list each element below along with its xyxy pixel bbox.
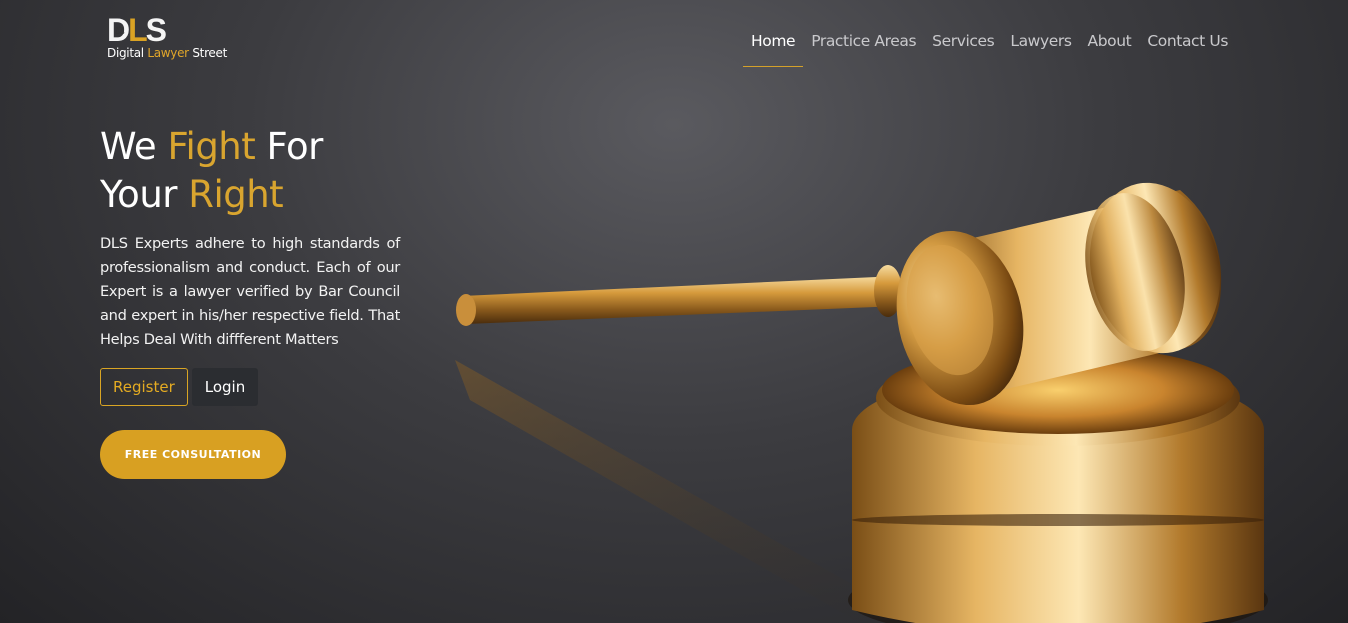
hero-title-we: We bbox=[100, 125, 168, 168]
auth-buttons: Register Login bbox=[100, 368, 259, 406]
main-nav: Home Practice Areas Services Lawyers Abo… bbox=[743, 30, 1236, 67]
brand-name-accent: Lawyer bbox=[147, 46, 189, 60]
brand-name-part1: Digital bbox=[107, 46, 148, 60]
hero-title-fight: Fight bbox=[167, 125, 256, 168]
scales-of-justice-icon: ⚖ bbox=[115, 25, 125, 37]
hero-title-your: Your bbox=[100, 173, 189, 216]
hero-title-for: For bbox=[255, 125, 324, 168]
logo[interactable]: DLS ⚖ Digital Lawyer Street bbox=[107, 14, 229, 64]
register-button[interactable]: Register bbox=[100, 368, 188, 406]
logo-brand-name: Digital Lawyer Street bbox=[107, 46, 227, 60]
hero-description: DLS Experts adhere to high standards of … bbox=[100, 235, 400, 348]
nav-item-contact-us[interactable]: Contact Us bbox=[1139, 30, 1236, 67]
free-consultation-button[interactable]: FREE CONSULTATION bbox=[100, 430, 286, 479]
login-button[interactable]: Login bbox=[191, 368, 259, 406]
logo-mark: DLS ⚖ bbox=[107, 14, 227, 46]
nav-item-lawyers[interactable]: Lawyers bbox=[1002, 30, 1079, 67]
logo-letter-s: S bbox=[145, 12, 167, 48]
nav-item-practice-areas[interactable]: Practice Areas bbox=[803, 30, 924, 67]
nav-item-services[interactable]: Services bbox=[924, 30, 1002, 67]
hero-title-right: Right bbox=[188, 173, 284, 216]
logo-letter-l: L bbox=[128, 12, 147, 48]
nav-item-about[interactable]: About bbox=[1080, 30, 1140, 67]
brand-name-part2: Street bbox=[188, 46, 228, 60]
nav-item-home[interactable]: Home bbox=[743, 30, 804, 67]
hero-title: We Fight For Your Right bbox=[100, 123, 323, 219]
